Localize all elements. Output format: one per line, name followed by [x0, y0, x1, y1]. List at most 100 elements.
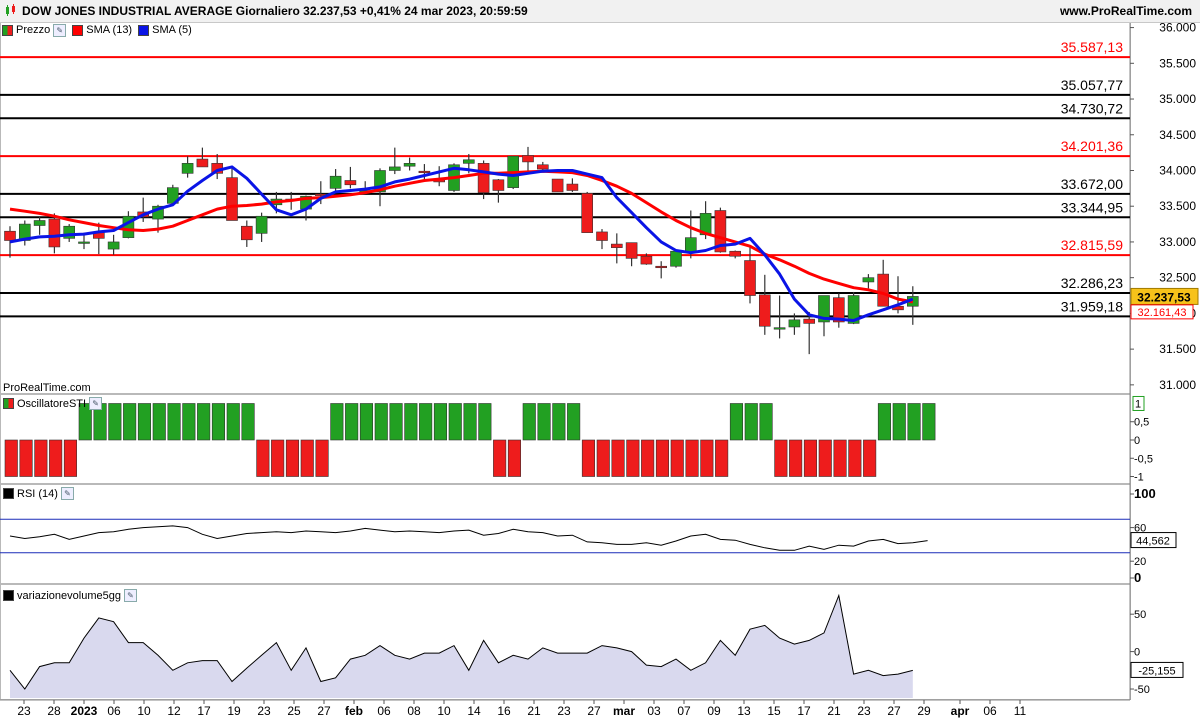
sti-bar: [345, 403, 359, 441]
volume-panel-label[interactable]: variazionevolume5gg ✎: [3, 589, 137, 602]
x-tick-label: feb: [345, 704, 363, 718]
sma13-line: [9, 169, 914, 304]
candle-body: [255, 215, 268, 234]
sti-bar: [108, 403, 122, 441]
x-tick-label: 27: [317, 704, 331, 718]
candle-body: [581, 193, 594, 233]
x-tick-label: 29: [917, 704, 931, 718]
candle-body: [48, 218, 61, 248]
sti-bar: [759, 403, 773, 441]
wrench-icon[interactable]: ✎: [53, 23, 67, 37]
price-tick-label: 33.500: [1159, 199, 1196, 213]
candle-body: [388, 166, 401, 171]
sti-bar: [611, 439, 625, 477]
legend-sma13[interactable]: SMA (13): [72, 24, 132, 36]
rsi-tick-label: 20: [1134, 556, 1146, 568]
sti-bar: [374, 403, 388, 441]
legend-sma5-label: SMA (5): [152, 24, 192, 36]
sti-bar: [34, 439, 48, 477]
sti-bar: [463, 403, 477, 441]
rsi-panel-label[interactable]: RSI (14) ✎: [3, 487, 74, 500]
last-price-label: 32.237,53: [1137, 290, 1191, 304]
level-label: 32.815,59: [1061, 237, 1123, 253]
sti-tick-label: 0: [1134, 435, 1140, 447]
price-tick-label: 33.000: [1159, 235, 1196, 249]
level-label: 31.959,18: [1061, 298, 1123, 314]
sti-bar: [4, 439, 18, 477]
candlestick-swatch-icon: [2, 24, 13, 36]
candle-body: [610, 243, 623, 248]
sti-bar: [167, 403, 181, 441]
sti-bar: [137, 403, 151, 441]
x-tick-label: 28: [47, 704, 61, 718]
sti-panel-label[interactable]: OscillatoreSTI ✎: [3, 397, 103, 410]
level-label: 32.286,23: [1061, 275, 1123, 291]
sti-bar: [507, 439, 522, 477]
level-label: 34.201,36: [1061, 138, 1123, 154]
sti-bar: [567, 403, 581, 441]
x-tick-label: 23: [857, 704, 871, 718]
candle-body: [196, 158, 209, 168]
volume-swatch-icon: [3, 590, 14, 601]
candle-body: [758, 294, 771, 327]
sti-bar: [300, 439, 314, 477]
candle-body: [329, 175, 342, 189]
price-tick-label: 31.500: [1159, 342, 1196, 356]
wrench-icon[interactable]: ✎: [60, 487, 74, 500]
candle-body: [418, 170, 431, 173]
candle-body: [181, 163, 194, 174]
rsi-last-label: 44,562: [1136, 536, 1170, 548]
legend-sma5[interactable]: SMA (5): [138, 24, 192, 36]
x-tick-label: 10: [437, 704, 451, 718]
candle-body: [522, 155, 534, 163]
candle-body: [670, 250, 682, 267]
candle-body: [551, 178, 564, 193]
candle-body: [729, 250, 742, 257]
sma13-swatch-icon: [72, 24, 84, 36]
wrench-icon[interactable]: ✎: [89, 397, 103, 410]
level-label: 33.344,95: [1061, 199, 1123, 215]
sti-bar: [211, 403, 225, 441]
sti-bar: [818, 439, 832, 477]
sti-bar: [389, 403, 403, 441]
candle-body: [773, 327, 786, 330]
sma5-line: [9, 165, 914, 322]
x-tick-label: 12: [167, 704, 181, 718]
candle-body: [684, 237, 697, 253]
price-tick-label: 35.000: [1159, 92, 1196, 106]
x-tick-label: 13: [737, 704, 751, 718]
sti-bar: [641, 439, 655, 477]
candle-body: [655, 265, 668, 269]
candle-body: [640, 255, 653, 265]
rsi-tick-label: 0: [1134, 570, 1141, 585]
sti-bar: [359, 403, 374, 441]
wrench-icon[interactable]: ✎: [123, 589, 137, 602]
price-tick-label: 31.000: [1159, 378, 1196, 392]
candle-body: [344, 180, 357, 186]
x-tick-label: 21: [527, 704, 541, 718]
candle-body: [536, 164, 549, 170]
sti-bar: [729, 403, 744, 441]
candle-body: [877, 273, 890, 307]
sti-swatch-icon: [3, 398, 14, 409]
sti-bar: [404, 403, 418, 441]
sti-bar: [803, 439, 818, 477]
site-link[interactable]: www.ProRealTime.com: [1060, 4, 1192, 18]
rsi-label: RSI (14): [17, 487, 58, 500]
level-label: 33.672,00: [1061, 176, 1123, 192]
sti-bar: [892, 403, 906, 441]
sti-bar: [19, 439, 33, 477]
sti-bar: [256, 439, 270, 477]
sti-bar: [522, 403, 536, 441]
sti-bar: [197, 403, 211, 441]
sti-bar: [182, 403, 196, 441]
legend-price[interactable]: Prezzo ✎: [2, 23, 67, 37]
sti-bar: [922, 403, 936, 441]
volume-area: [10, 595, 913, 698]
rsi-line: [9, 525, 928, 551]
volume-label: variazionevolume5gg: [17, 589, 121, 602]
x-tick-label: 23: [557, 704, 571, 718]
candle-body: [226, 177, 238, 221]
watermark: ProRealTime.com: [3, 382, 91, 394]
x-tick-label: mar: [613, 704, 635, 718]
